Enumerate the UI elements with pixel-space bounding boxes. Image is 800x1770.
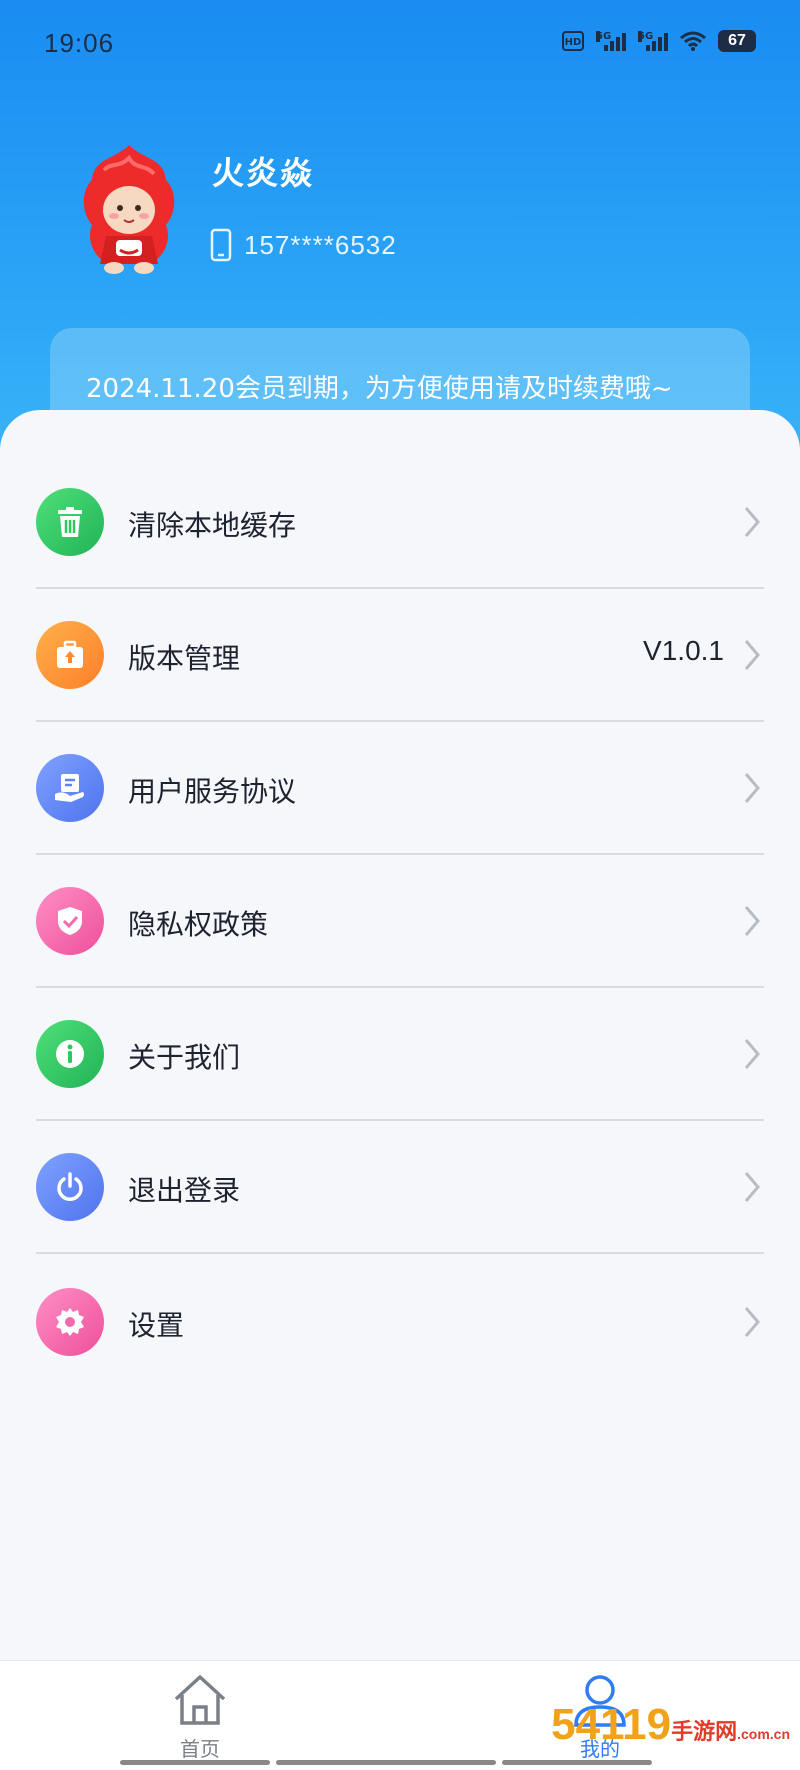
chevron-right-icon <box>744 773 760 803</box>
chevron-right-icon <box>744 640 760 670</box>
wifi-icon <box>680 31 706 51</box>
user-name: 火炎焱 <box>212 154 315 192</box>
tab-home[interactable]: 首页 <box>100 1661 300 1770</box>
cellular-signal-icon-2: 5G <box>638 31 668 51</box>
tab-home-label: 首页 <box>180 1737 220 1761</box>
watermark-logo: 54119手游网.com.cn <box>551 1700 790 1749</box>
menu-item-label: 关于我们 <box>128 1041 241 1074</box>
gesture-bar <box>502 1760 652 1765</box>
upload-box-icon <box>36 621 104 689</box>
chevron-right-icon <box>744 1172 760 1202</box>
battery-icon: 67 <box>718 30 756 52</box>
menu-item-label: 用户服务协议 <box>128 775 297 808</box>
menu-item-label: 设置 <box>128 1309 185 1342</box>
status-time: 19:06 <box>44 28 115 58</box>
status-icons: HD 5G 5G 67 <box>562 30 756 52</box>
shield-check-icon <box>36 887 104 955</box>
power-icon <box>36 1153 104 1221</box>
menu-item-settings[interactable]: 设置 <box>36 1256 764 1388</box>
info-icon <box>36 1020 104 1088</box>
status-bar: 19:06 HD 5G 5G 67 <box>0 0 800 88</box>
menu-item-about-us[interactable]: 关于我们 <box>36 988 764 1120</box>
avatar[interactable] <box>74 140 184 280</box>
cellular-signal-icon: 5G <box>596 31 626 51</box>
phone-icon <box>210 228 232 262</box>
gesture-bar <box>120 1760 270 1765</box>
menu-item-label: 隐私权政策 <box>128 908 269 941</box>
menu-item-label: 版本管理 <box>128 642 241 675</box>
version-value: V1.0.1 <box>643 635 724 666</box>
menu-item-logout[interactable]: 退出登录 <box>36 1121 764 1253</box>
menu-item-privacy-policy[interactable]: 隐私权政策 <box>36 855 764 987</box>
phone-row: 157****6532 <box>210 228 397 262</box>
chevron-right-icon <box>744 1039 760 1069</box>
membership-notice-text: 2024.11.20会员到期，为方便使用请及时续费哦~ <box>86 374 673 404</box>
divider <box>36 1252 764 1254</box>
chevron-right-icon <box>744 1307 760 1337</box>
agreement-icon <box>36 754 104 822</box>
menu-item-label: 退出登录 <box>128 1174 241 1207</box>
chevron-right-icon <box>744 906 760 936</box>
gear-icon <box>36 1288 104 1356</box>
phone-number: 157****6532 <box>244 229 397 260</box>
chevron-right-icon <box>744 507 760 537</box>
menu-item-version[interactable]: 版本管理 V1.0.1 <box>36 589 764 721</box>
gesture-bar <box>276 1760 496 1765</box>
menu-item-user-agreement[interactable]: 用户服务协议 <box>36 722 764 854</box>
home-icon <box>174 1675 226 1725</box>
mascot-flame-image <box>83 145 175 274</box>
menu-item-label: 清除本地缓存 <box>128 509 297 542</box>
hd-voice-icon: HD <box>562 31 584 51</box>
menu-item-clear-cache[interactable]: 清除本地缓存 <box>36 456 764 588</box>
trash-icon <box>36 488 104 556</box>
